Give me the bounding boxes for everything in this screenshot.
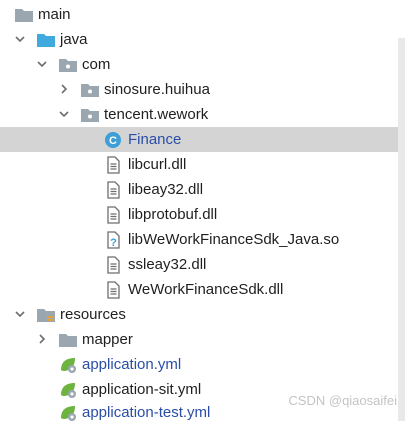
tree-item-sinosure-huihua[interactable]: sinosure.huihua xyxy=(0,77,398,102)
tree-item-label: java xyxy=(60,31,88,48)
resources-folder-icon xyxy=(37,309,55,322)
chevron-right-icon[interactable] xyxy=(35,332,49,346)
tree-item-mapper[interactable]: mapper xyxy=(0,327,398,352)
tree-item-label: main xyxy=(38,6,71,23)
chevron-right-icon[interactable] xyxy=(57,82,71,96)
tree-item-java[interactable]: java xyxy=(0,27,398,52)
file-icon xyxy=(107,281,120,299)
tree-item-label: libeay32.dll xyxy=(128,181,204,198)
tree-item-label: libprotobuf.dll xyxy=(128,206,218,223)
file-icon xyxy=(107,156,120,174)
tree-item-weworkfinancesdk-dll[interactable]: WeWorkFinanceSdk.dll xyxy=(0,277,398,302)
tree-item-libcurl[interactable]: libcurl.dll xyxy=(0,152,398,177)
chevron-down-icon[interactable] xyxy=(35,57,49,71)
svg-text:?: ? xyxy=(110,237,117,249)
tree-item-label: ssleay32.dll xyxy=(128,256,207,273)
chevron-down-icon[interactable] xyxy=(57,107,71,121)
tree-item-libprotobuf[interactable]: libprotobuf.dll xyxy=(0,202,398,227)
tree-item-resources[interactable]: resources xyxy=(0,302,398,327)
source-folder-icon xyxy=(37,34,55,47)
file-icon xyxy=(107,256,120,274)
tree-item-libweworkfinancesdk-java-so[interactable]: ? libWeWorkFinanceSdk_Java.so xyxy=(0,227,398,252)
tree-item-label: WeWorkFinanceSdk.dll xyxy=(128,281,284,298)
tree-item-libeay32[interactable]: libeay32.dll xyxy=(0,177,398,202)
tree-item-ssleay32[interactable]: ssleay32.dll xyxy=(0,252,398,277)
spring-config-icon xyxy=(61,383,76,398)
tree-item-label: resources xyxy=(60,306,126,323)
chevron-down-icon[interactable] xyxy=(13,307,27,321)
tree-item-label: Finance xyxy=(128,131,182,148)
spring-config-icon xyxy=(61,406,76,421)
tree-item-main[interactable]: main xyxy=(0,2,398,27)
tree-item-label: mapper xyxy=(82,331,133,348)
tree-item-label: sinosure.huihua xyxy=(104,81,210,98)
tree-item-label: libWeWorkFinanceSdk_Java.so xyxy=(128,231,340,248)
project-tree-panel: main java com sinosure.huihua tencent.we… xyxy=(0,0,405,421)
tree-item-com[interactable]: com xyxy=(0,52,398,77)
csdn-watermark: CSDN @qiaosaifei xyxy=(288,393,397,408)
tree-item-tencent-wework[interactable]: tencent.wework xyxy=(0,102,398,127)
svg-text:C: C xyxy=(109,135,117,147)
java-class-icon: C xyxy=(105,132,121,148)
file-icon xyxy=(107,206,120,224)
tree-item-label: application.yml xyxy=(82,356,182,373)
unknown-file-icon: ? xyxy=(107,231,120,249)
tree-item-label: tencent.wework xyxy=(104,106,209,123)
package-icon xyxy=(59,59,77,72)
package-icon xyxy=(81,109,99,122)
spring-config-icon xyxy=(61,358,76,373)
file-icon xyxy=(107,181,120,199)
folder-icon xyxy=(59,334,77,347)
folder-icon xyxy=(15,9,33,22)
tree-item-label: application-test.yml xyxy=(82,404,211,421)
tree-item-label: application-sit.yml xyxy=(82,381,202,398)
package-icon xyxy=(81,84,99,97)
tree-item-finance[interactable]: C Finance xyxy=(0,127,398,152)
tree-item-application-yml[interactable]: application.yml xyxy=(0,352,398,377)
chevron-down-icon[interactable] xyxy=(13,32,27,46)
tree-item-label: libcurl.dll xyxy=(128,156,187,173)
vertical-scrollbar[interactable] xyxy=(398,38,405,421)
tree-item-label: com xyxy=(82,56,111,73)
